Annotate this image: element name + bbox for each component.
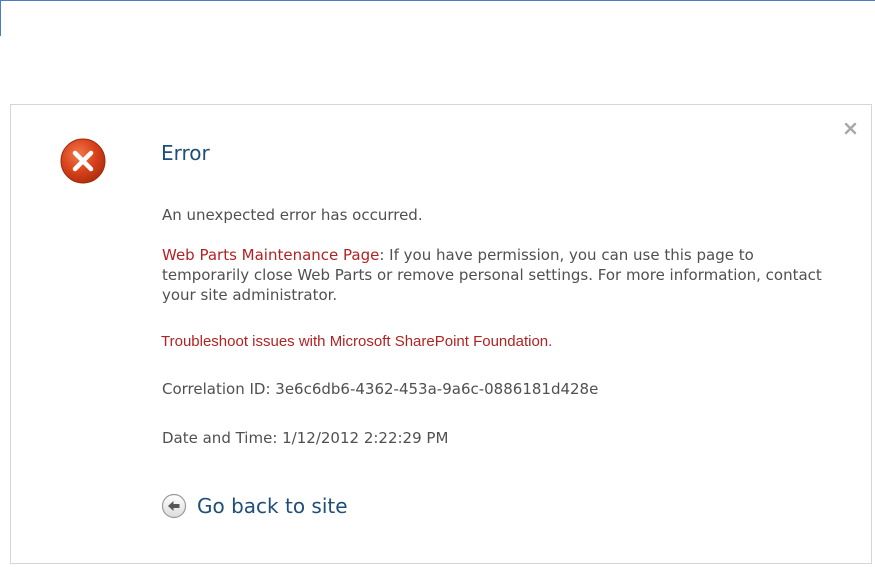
- top-border-line: [0, 0, 875, 1]
- date-and-time: Date and Time: 1/12/2012 2:22:29 PM: [162, 429, 449, 447]
- top-border: [0, 0, 875, 36]
- maintenance-paragraph: Web Parts Maintenance Page: If you have …: [162, 245, 842, 305]
- go-back-button[interactable]: Go back to site: [161, 493, 348, 519]
- close-icon[interactable]: [843, 121, 859, 137]
- error-message: An unexpected error has occurred.: [162, 206, 423, 224]
- error-icon: [59, 137, 107, 185]
- dialog-title: Error: [161, 141, 210, 165]
- go-back-label: Go back to site: [197, 494, 348, 518]
- web-parts-maintenance-link[interactable]: Web Parts Maintenance Page: [162, 246, 379, 264]
- troubleshoot-link[interactable]: Troubleshoot issues with Microsoft Share…: [161, 333, 552, 350]
- back-arrow-icon: [161, 493, 187, 519]
- correlation-id: Correlation ID: 3e6c6db6-4362-453a-9a6c-…: [162, 380, 599, 398]
- top-border-stub: [0, 0, 1, 36]
- error-dialog: Error An unexpected error has occurred. …: [10, 104, 872, 564]
